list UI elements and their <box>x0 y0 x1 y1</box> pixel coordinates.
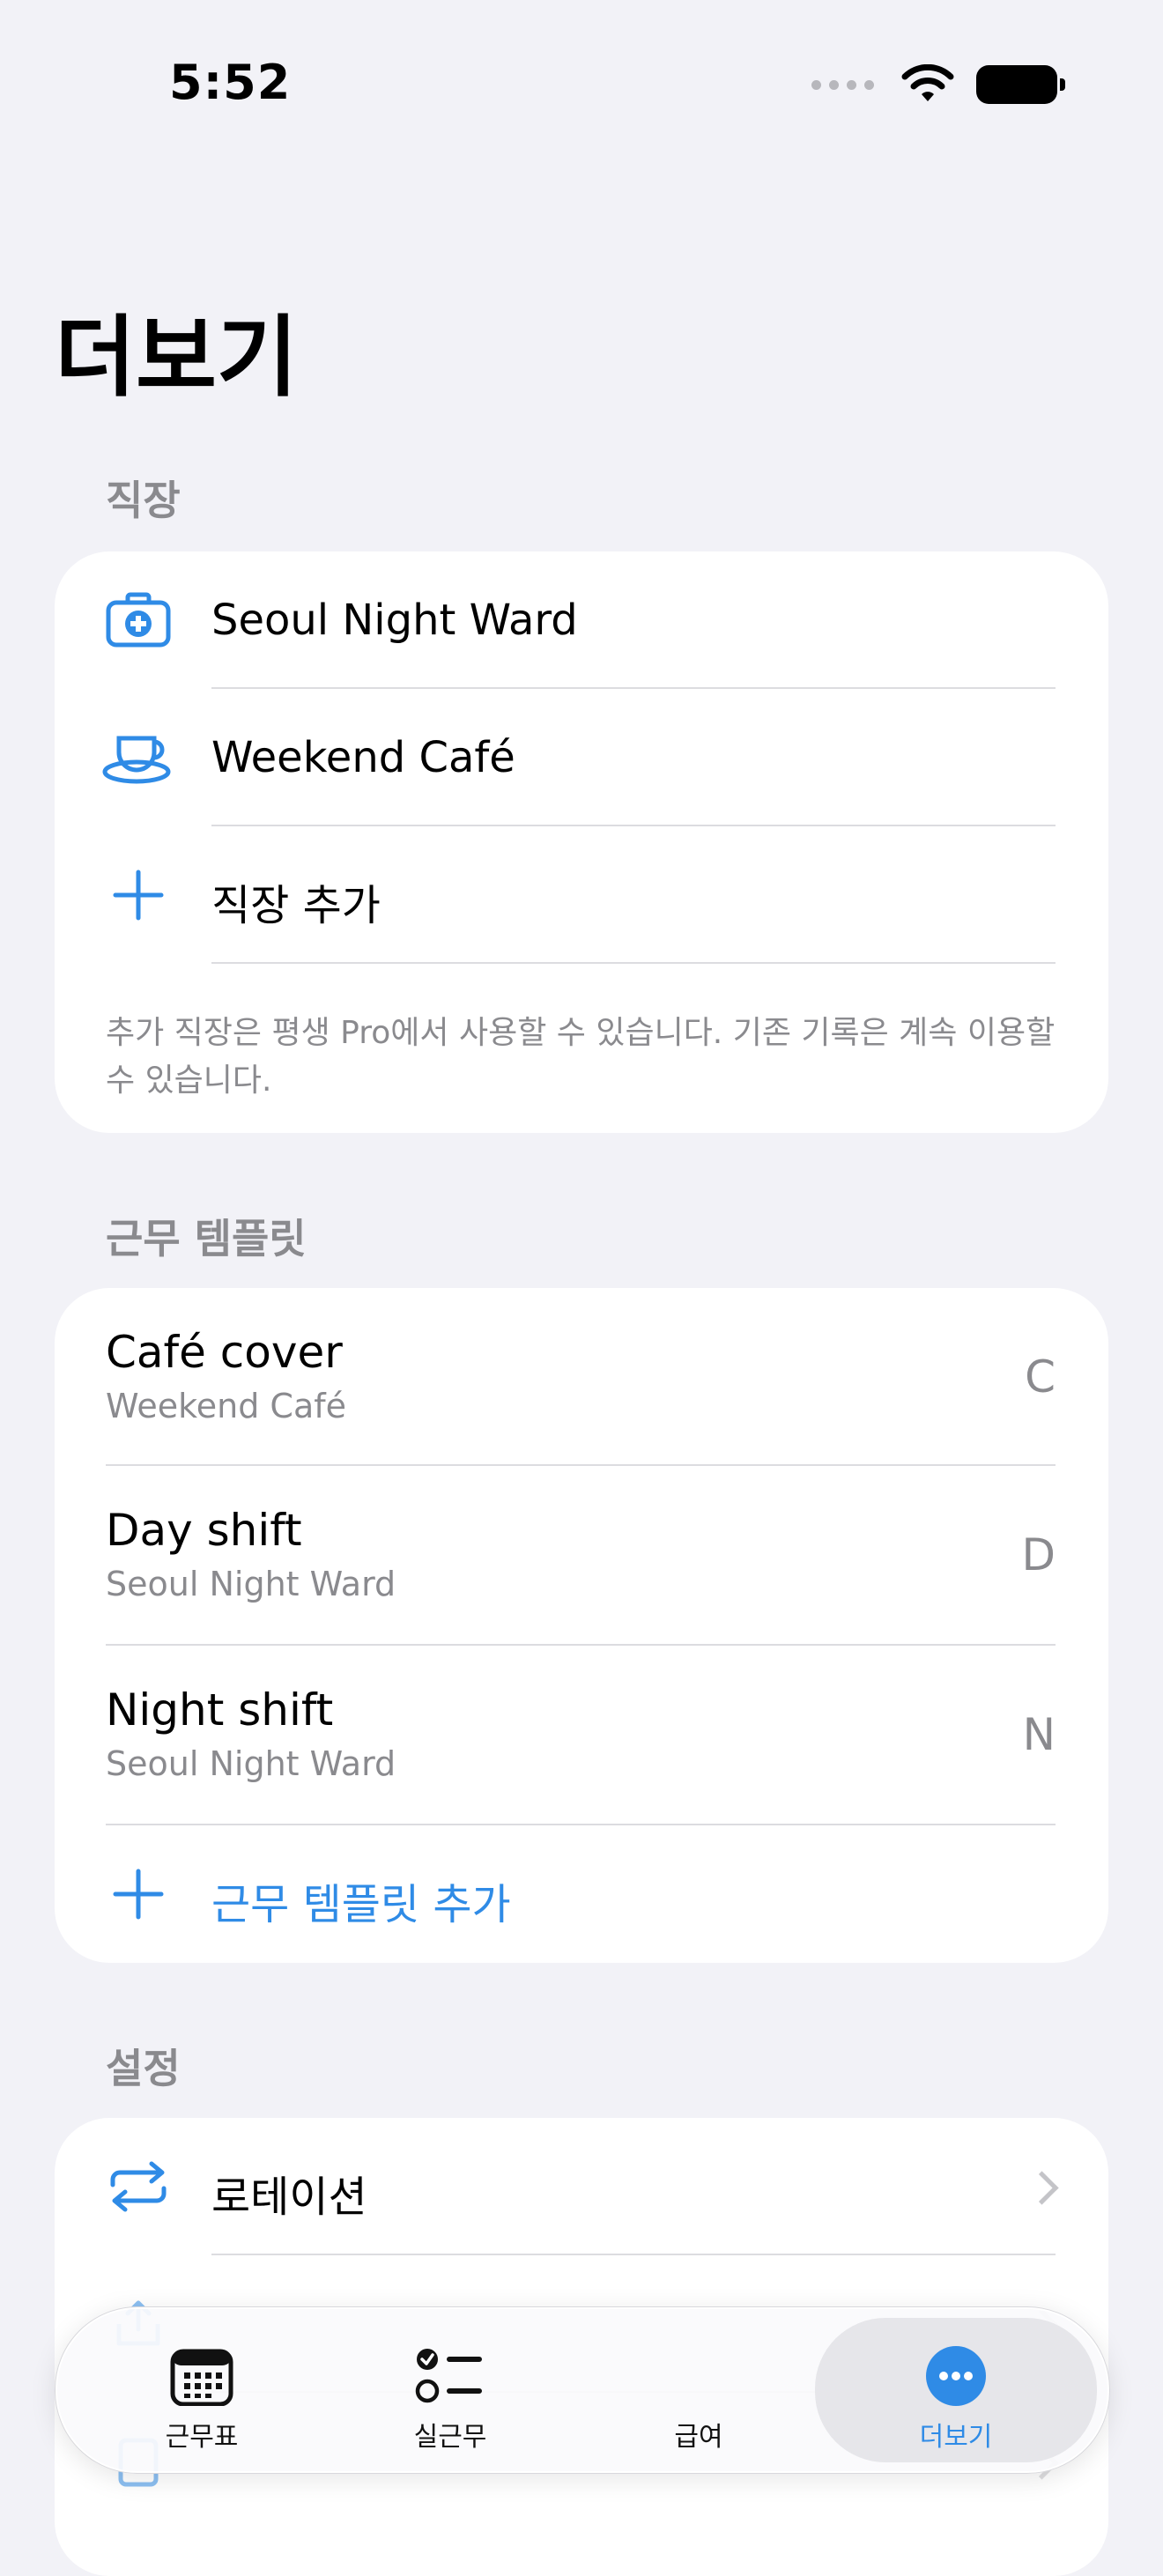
cellular-signal-icon <box>811 79 874 90</box>
add-workplace-button[interactable]: 직장 추가 <box>55 826 1108 964</box>
template-title: Café cover <box>106 1327 343 1378</box>
chevron-right-icon <box>1025 2171 1059 2205</box>
tab-payroll[interactable]: 급여 <box>575 2307 822 2473</box>
more-icon <box>924 2343 988 2409</box>
battery-icon <box>976 65 1065 104</box>
workplaces-card: Seoul Night Ward Weekend Café 직장 추가 추가 직… <box>55 551 1108 1133</box>
page-title: 더보기 <box>55 306 298 409</box>
coffee-cup-icon <box>100 720 176 796</box>
calendar-icon <box>170 2343 233 2409</box>
settings-row-label: 로테이션 <box>211 2173 367 2222</box>
template-workplace: Seoul Night Ward <box>106 1565 396 1603</box>
tab-more[interactable]: 더보기 <box>815 2318 1097 2462</box>
workplaces-footnote: 추가 직장은 평생 Pro에서 사용할 수 있습니다. 기존 기록은 계속 이용… <box>106 1015 1056 1099</box>
template-workplace: Weekend Café <box>106 1387 346 1425</box>
workplace-label: Seoul Night Ward <box>211 596 578 645</box>
template-code: C <box>1025 1351 1056 1403</box>
tab-label: 급여 <box>674 2422 723 2453</box>
tab-label: 더보기 <box>919 2422 993 2453</box>
add-template-button[interactable]: 근무 템플릿 추가 <box>55 1825 1108 1963</box>
template-row-day-shift[interactable]: Day shift Seoul Night Ward D <box>55 1466 1108 1646</box>
template-workplace: Seoul Night Ward <box>106 1744 396 1783</box>
section-header-templates: 근무 템플릿 <box>106 1215 307 1262</box>
add-template-label: 근무 템플릿 추가 <box>211 1880 511 1929</box>
rotation-icon <box>100 2149 176 2224</box>
template-row-cafe-cover[interactable]: Café cover Weekend Café C <box>55 1288 1108 1466</box>
template-code: N <box>1022 1709 1056 1760</box>
template-title: Night shift <box>106 1684 334 1736</box>
status-icons <box>811 62 1065 107</box>
tab-bar: 근무표 실근무 급여 더보기 <box>55 2306 1110 2474</box>
workplace-row-weekend-cafe[interactable]: Weekend Café <box>55 689 1108 826</box>
settings-row-rotation[interactable]: 로테이션 <box>55 2118 1108 2255</box>
workplace-row-seoul-night-ward[interactable]: Seoul Night Ward <box>55 551 1108 689</box>
workplace-label: Weekend Café <box>211 733 515 782</box>
tab-label: 실근무 <box>413 2422 487 2453</box>
plus-icon <box>100 1856 176 1932</box>
checklist-icon <box>415 2343 485 2409</box>
add-workplace-label: 직장 추가 <box>211 881 381 930</box>
tab-schedule[interactable]: 근무표 <box>78 2307 325 2473</box>
plus-icon <box>100 857 176 933</box>
divider <box>211 962 1056 964</box>
tab-label: 근무표 <box>165 2422 239 2453</box>
tab-actual-work[interactable]: 실근무 <box>327 2307 574 2473</box>
status-time: 5:52 <box>169 55 292 110</box>
wifi-icon <box>901 64 954 101</box>
section-header-workplaces: 직장 <box>106 477 181 524</box>
medical-kit-icon <box>100 582 176 658</box>
template-row-night-shift[interactable]: Night shift Seoul Night Ward N <box>55 1646 1108 1825</box>
template-title: Day shift <box>106 1505 302 1556</box>
templates-card: Café cover Weekend Café C Day shift Seou… <box>55 1288 1108 1963</box>
template-code: D <box>1021 1529 1056 1580</box>
section-header-settings: 설정 <box>106 2045 181 2092</box>
